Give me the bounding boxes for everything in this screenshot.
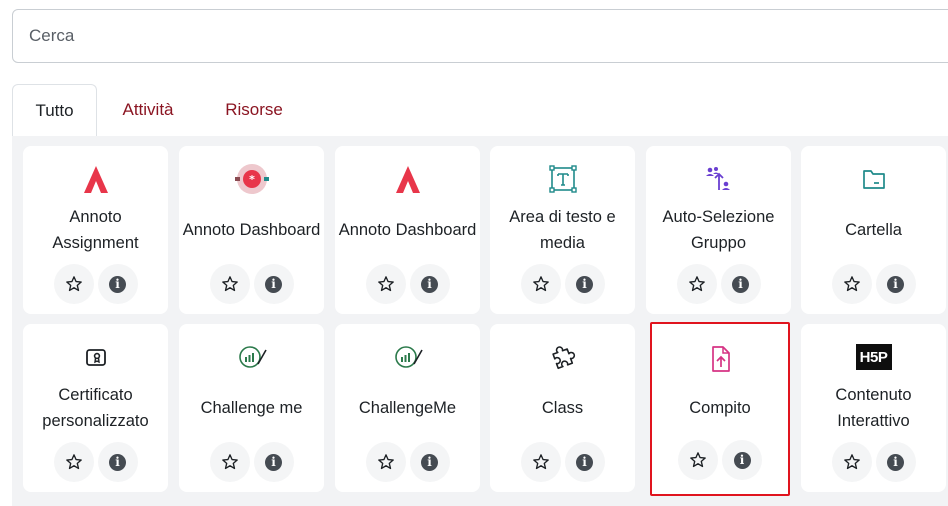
star-button[interactable]: [209, 442, 250, 482]
challenge-me-icon: [179, 340, 324, 374]
star-button[interactable]: [365, 264, 406, 304]
info-button[interactable]: i: [97, 442, 138, 482]
info-icon: i: [421, 275, 438, 293]
star-button[interactable]: [53, 442, 94, 482]
info-icon: i: [732, 275, 749, 293]
module-tabs: Tutto Attività Risorse: [12, 84, 948, 137]
info-button[interactable]: i: [97, 264, 138, 304]
challenge-me-icon: [335, 340, 480, 374]
info-button[interactable]: i: [409, 264, 450, 304]
module-name: Compito: [689, 399, 751, 417]
module-card-annoto-dashboard-2[interactable]: Annoto Dashboard i: [335, 146, 480, 314]
module-card-interactive-content[interactable]: H5P Contenuto Interattivo i: [801, 324, 946, 492]
group-self-selection-icon: [646, 162, 791, 196]
module-name: Annoto Dashboard: [338, 221, 477, 239]
info-button[interactable]: i: [564, 442, 605, 482]
info-button[interactable]: i: [253, 264, 294, 304]
tab-resources[interactable]: Risorse: [210, 84, 298, 136]
module-name: Certificato personalizzato: [42, 386, 149, 430]
info-icon: i: [733, 451, 751, 469]
star-icon: [221, 276, 238, 292]
info-button[interactable]: i: [564, 264, 605, 304]
info-button[interactable]: i: [253, 442, 294, 482]
star-icon: [65, 454, 82, 470]
info-button[interactable]: i: [722, 440, 762, 480]
star-icon: [377, 276, 394, 292]
info-icon: i: [576, 275, 593, 293]
star-button[interactable]: [209, 264, 250, 304]
module-name: Auto-Selezione Gruppo: [662, 208, 775, 252]
tab-activities[interactable]: Attività: [108, 84, 188, 136]
info-button[interactable]: i: [409, 442, 450, 482]
certificate-icon: [23, 340, 168, 374]
module-name: Challenge me: [200, 399, 303, 417]
module-card-custom-certificate[interactable]: Certificato personalizzato i: [23, 324, 168, 492]
module-card-text-media-area[interactable]: Area di testo e media i: [490, 146, 635, 314]
star-icon: [377, 454, 394, 470]
info-icon: i: [265, 453, 282, 471]
star-icon: [532, 276, 549, 292]
info-icon: i: [109, 453, 126, 471]
svg-text:*: *: [249, 173, 255, 186]
module-chooser-panel: Annoto Assignment i * Annoto Dashboard i…: [12, 136, 948, 506]
module-card-class[interactable]: Class i: [490, 324, 635, 492]
star-button[interactable]: [365, 442, 406, 482]
info-button[interactable]: i: [875, 264, 916, 304]
module-name: Cartella: [845, 221, 902, 239]
assignment-upload-icon: [652, 342, 788, 376]
search-input[interactable]: [29, 26, 629, 46]
info-icon: i: [265, 275, 282, 293]
puzzle-icon: [490, 340, 635, 374]
info-icon: i: [887, 453, 904, 471]
module-name: Class: [541, 399, 584, 417]
info-icon: i: [421, 453, 438, 471]
module-card-assignment[interactable]: Compito i: [650, 322, 790, 496]
star-button[interactable]: [678, 440, 718, 480]
info-button[interactable]: i: [875, 442, 916, 482]
annoto-logo-icon: [335, 162, 480, 196]
module-card-folder[interactable]: Cartella i: [801, 146, 946, 314]
star-button[interactable]: [676, 264, 717, 304]
star-icon: [843, 276, 860, 292]
info-icon: i: [887, 275, 904, 293]
module-card-challengeme[interactable]: ChallengeMe i: [335, 324, 480, 492]
h5p-logo-icon: H5P: [801, 340, 946, 374]
star-icon: [221, 454, 238, 470]
info-icon: i: [109, 275, 126, 293]
tab-all[interactable]: Tutto: [12, 84, 97, 137]
module-name: Annoto Assignment: [52, 208, 139, 252]
folder-icon: [801, 162, 946, 196]
module-card-annoto-dashboard[interactable]: * Annoto Dashboard i: [179, 146, 324, 314]
module-name: Contenuto Interattivo: [835, 386, 912, 430]
star-icon: [843, 454, 860, 470]
star-button[interactable]: [53, 264, 94, 304]
info-icon: i: [576, 453, 593, 471]
info-button[interactable]: i: [720, 264, 761, 304]
module-card-challenge-me[interactable]: Challenge me i: [179, 324, 324, 492]
module-card-annoto-assignment[interactable]: Annoto Assignment i: [23, 146, 168, 314]
module-name: Area di testo e media: [509, 208, 616, 252]
star-icon: [688, 276, 705, 292]
star-icon: [690, 452, 706, 468]
annoto-dashboard-icon: *: [179, 162, 324, 196]
annoto-logo-icon: [23, 162, 168, 196]
star-button[interactable]: [831, 442, 872, 482]
module-name: ChallengeMe: [358, 399, 457, 417]
star-button[interactable]: [831, 264, 872, 304]
star-icon: [65, 276, 82, 292]
star-button[interactable]: [520, 264, 561, 304]
text-media-area-icon: [490, 162, 635, 196]
module-card-group-self-selection[interactable]: Auto-Selezione Gruppo i: [646, 146, 791, 314]
module-name: Annoto Dashboard: [182, 221, 321, 239]
star-button[interactable]: [520, 442, 561, 482]
star-icon: [532, 454, 549, 470]
search-box[interactable]: [12, 9, 948, 63]
